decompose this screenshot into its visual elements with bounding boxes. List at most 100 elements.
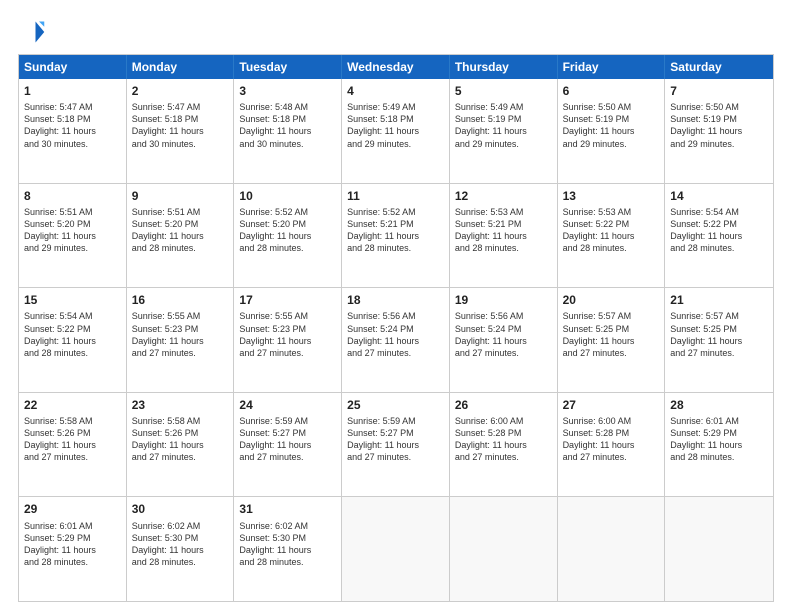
cal-day-22: 22 Sunrise: 5:58 AM Sunset: 5:26 PM Dayli… [19,393,127,497]
day-number: 15 [24,292,121,308]
day-number: 4 [347,83,444,99]
day-number: 19 [455,292,552,308]
day-info: Sunrise: 5:53 AM Sunset: 5:22 PM Dayligh… [563,206,660,255]
day-number: 21 [670,292,768,308]
day-number: 18 [347,292,444,308]
cal-week-1: 1 Sunrise: 5:47 AM Sunset: 5:18 PM Daylig… [19,79,773,184]
day-info: Sunrise: 5:51 AM Sunset: 5:20 PM Dayligh… [24,206,121,255]
cal-header-monday: Monday [127,55,235,79]
day-info: Sunrise: 5:56 AM Sunset: 5:24 PM Dayligh… [455,310,552,359]
day-info: Sunrise: 6:00 AM Sunset: 5:28 PM Dayligh… [563,415,660,464]
day-number: 22 [24,397,121,413]
day-number: 6 [563,83,660,99]
cal-day-29: 29 Sunrise: 6:01 AM Sunset: 5:29 PM Dayli… [19,497,127,601]
cal-header-friday: Friday [558,55,666,79]
cal-day-21: 21Sunrise: 5:57 AM Sunset: 5:25 PM Dayli… [665,288,773,392]
cal-day-18: 18 Sunrise: 5:56 AM Sunset: 5:24 PM Dayli… [342,288,450,392]
cal-day-2: 2Sunrise: 5:47 AM Sunset: 5:18 PM Daylig… [127,79,235,183]
cal-day-10: 10Sunrise: 5:52 AM Sunset: 5:20 PM Dayli… [234,184,342,288]
day-number: 8 [24,188,121,204]
day-info: Sunrise: 6:02 AM Sunset: 5:30 PM Dayligh… [132,520,229,569]
day-number: 28 [670,397,768,413]
day-number: 5 [455,83,552,99]
cal-day-12: 12Sunrise: 5:53 AM Sunset: 5:21 PM Dayli… [450,184,558,288]
cal-day-14: 14 Sunrise: 5:54 AM Sunset: 5:22 PM Dayli… [665,184,773,288]
cal-day-24: 24 Sunrise: 5:59 AM Sunset: 5:27 PM Dayli… [234,393,342,497]
page: SundayMondayTuesdayWednesdayThursdayFrid… [0,0,792,612]
day-info: Sunrise: 5:51 AM Sunset: 5:20 PM Dayligh… [132,206,229,255]
day-number: 13 [563,188,660,204]
calendar: SundayMondayTuesdayWednesdayThursdayFrid… [18,54,774,602]
cal-day-7: 7Sunrise: 5:50 AM Sunset: 5:19 PM Daylig… [665,79,773,183]
cal-day-empty-4-5 [558,497,666,601]
cal-day-3: 3 Sunrise: 5:48 AM Sunset: 5:18 PM Daylig… [234,79,342,183]
header [18,18,774,46]
day-number: 29 [24,501,121,517]
day-info: Sunrise: 5:49 AM Sunset: 5:18 PM Dayligh… [347,101,444,150]
day-number: 24 [239,397,336,413]
day-number: 31 [239,501,336,517]
calendar-body: 1 Sunrise: 5:47 AM Sunset: 5:18 PM Daylig… [19,79,773,601]
cal-day-30: 30 Sunrise: 6:02 AM Sunset: 5:30 PM Dayli… [127,497,235,601]
day-info: Sunrise: 5:55 AM Sunset: 5:23 PM Dayligh… [239,310,336,359]
cal-header-saturday: Saturday [665,55,773,79]
cal-day-13: 13 Sunrise: 5:53 AM Sunset: 5:22 PM Dayli… [558,184,666,288]
cal-header-tuesday: Tuesday [234,55,342,79]
cal-day-9: 9 Sunrise: 5:51 AM Sunset: 5:20 PM Daylig… [127,184,235,288]
cal-day-6: 6 Sunrise: 5:50 AM Sunset: 5:19 PM Daylig… [558,79,666,183]
cal-day-20: 20 Sunrise: 5:57 AM Sunset: 5:25 PM Dayli… [558,288,666,392]
cal-day-17: 17 Sunrise: 5:55 AM Sunset: 5:23 PM Dayli… [234,288,342,392]
cal-day-23: 23 Sunrise: 5:58 AM Sunset: 5:26 PM Dayli… [127,393,235,497]
cal-day-empty-4-4 [450,497,558,601]
cal-day-31: 31Sunrise: 6:02 AM Sunset: 5:30 PM Dayli… [234,497,342,601]
day-number: 14 [670,188,768,204]
cal-day-11: 11 Sunrise: 5:52 AM Sunset: 5:21 PM Dayli… [342,184,450,288]
day-info: Sunrise: 5:49 AM Sunset: 5:19 PM Dayligh… [455,101,552,150]
logo-icon [18,18,46,46]
day-info: Sunrise: 5:54 AM Sunset: 5:22 PM Dayligh… [670,206,768,255]
day-number: 1 [24,83,121,99]
day-info: Sunrise: 5:47 AM Sunset: 5:18 PM Dayligh… [24,101,121,150]
day-number: 3 [239,83,336,99]
cal-day-19: 19 Sunrise: 5:56 AM Sunset: 5:24 PM Dayli… [450,288,558,392]
cal-header-thursday: Thursday [450,55,558,79]
day-number: 12 [455,188,552,204]
day-number: 7 [670,83,768,99]
cal-day-25: 25Sunrise: 5:59 AM Sunset: 5:27 PM Dayli… [342,393,450,497]
day-info: Sunrise: 5:52 AM Sunset: 5:21 PM Dayligh… [347,206,444,255]
cal-week-5: 29 Sunrise: 6:01 AM Sunset: 5:29 PM Dayli… [19,497,773,601]
day-info: Sunrise: 5:56 AM Sunset: 5:24 PM Dayligh… [347,310,444,359]
day-info: Sunrise: 5:59 AM Sunset: 5:27 PM Dayligh… [239,415,336,464]
day-number: 9 [132,188,229,204]
logo [18,18,50,46]
cal-day-15: 15 Sunrise: 5:54 AM Sunset: 5:22 PM Dayli… [19,288,127,392]
day-number: 27 [563,397,660,413]
day-info: Sunrise: 6:01 AM Sunset: 5:29 PM Dayligh… [24,520,121,569]
day-info: Sunrise: 5:58 AM Sunset: 5:26 PM Dayligh… [24,415,121,464]
day-info: Sunrise: 5:54 AM Sunset: 5:22 PM Dayligh… [24,310,121,359]
cal-week-3: 15 Sunrise: 5:54 AM Sunset: 5:22 PM Dayli… [19,288,773,393]
cal-day-empty-4-3 [342,497,450,601]
day-number: 30 [132,501,229,517]
cal-day-8: 8 Sunrise: 5:51 AM Sunset: 5:20 PM Daylig… [19,184,127,288]
day-info: Sunrise: 5:58 AM Sunset: 5:26 PM Dayligh… [132,415,229,464]
cal-day-4: 4 Sunrise: 5:49 AM Sunset: 5:18 PM Daylig… [342,79,450,183]
cal-week-2: 8 Sunrise: 5:51 AM Sunset: 5:20 PM Daylig… [19,184,773,289]
day-info: Sunrise: 5:50 AM Sunset: 5:19 PM Dayligh… [563,101,660,150]
cal-header-sunday: Sunday [19,55,127,79]
cal-header-wednesday: Wednesday [342,55,450,79]
calendar-header-row: SundayMondayTuesdayWednesdayThursdayFrid… [19,55,773,79]
cal-week-4: 22 Sunrise: 5:58 AM Sunset: 5:26 PM Dayli… [19,393,773,498]
day-info: Sunrise: 5:48 AM Sunset: 5:18 PM Dayligh… [239,101,336,150]
day-info: Sunrise: 5:59 AM Sunset: 5:27 PM Dayligh… [347,415,444,464]
day-number: 23 [132,397,229,413]
cal-day-28: 28Sunrise: 6:01 AM Sunset: 5:29 PM Dayli… [665,393,773,497]
day-number: 20 [563,292,660,308]
cal-day-16: 16Sunrise: 5:55 AM Sunset: 5:23 PM Dayli… [127,288,235,392]
day-number: 16 [132,292,229,308]
day-info: Sunrise: 5:52 AM Sunset: 5:20 PM Dayligh… [239,206,336,255]
day-number: 17 [239,292,336,308]
day-number: 26 [455,397,552,413]
day-info: Sunrise: 5:57 AM Sunset: 5:25 PM Dayligh… [563,310,660,359]
day-number: 11 [347,188,444,204]
